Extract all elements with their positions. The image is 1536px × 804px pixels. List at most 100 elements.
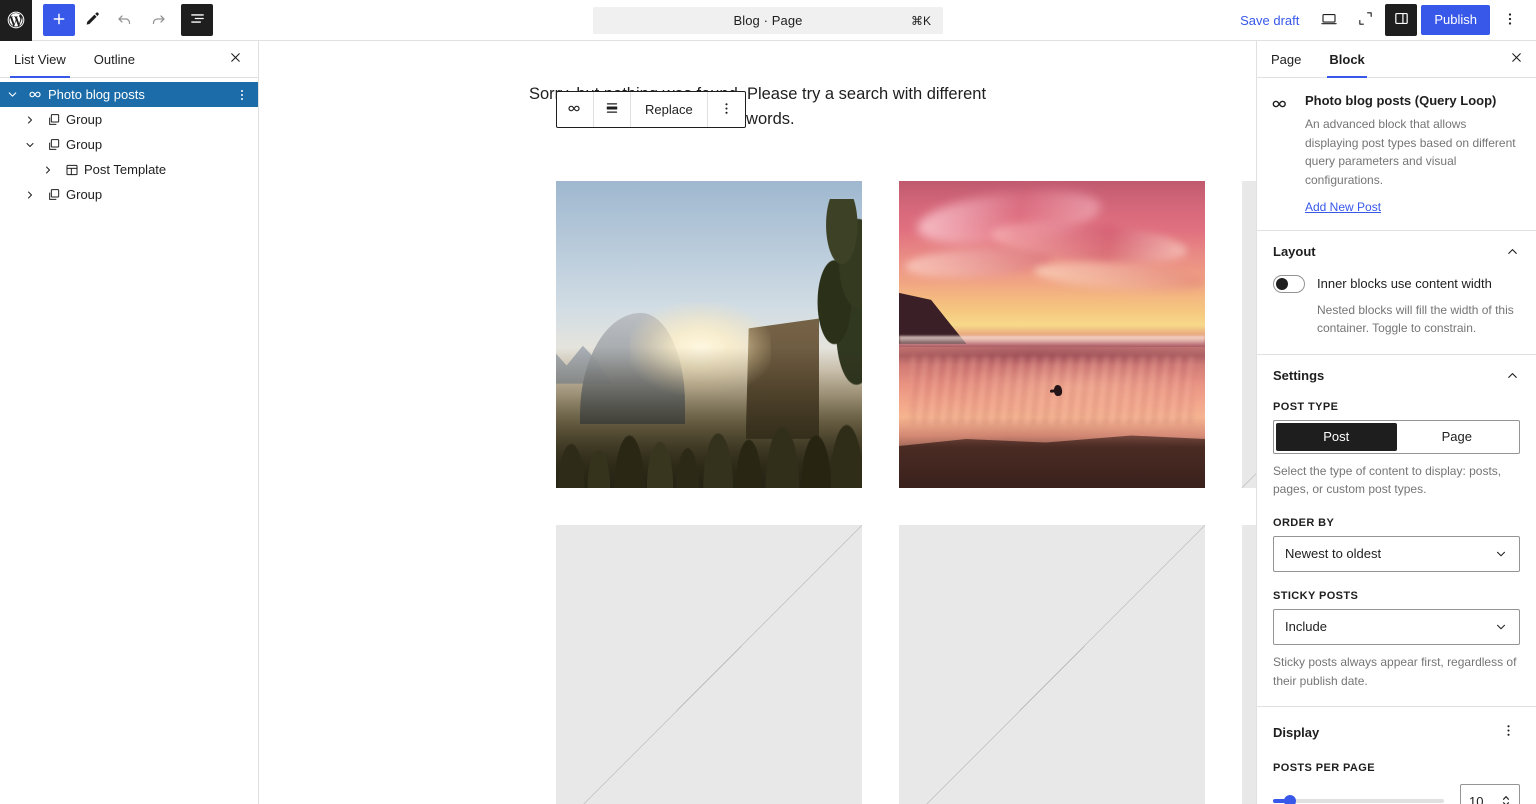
chevron-up-icon[interactable]	[1505, 244, 1520, 259]
tab-outline[interactable]: Outline	[80, 41, 149, 77]
list-view-row-photo-blog-posts[interactable]: Photo blog posts	[0, 82, 258, 107]
image-placeholder[interactable]	[556, 525, 862, 804]
fullscreen-button[interactable]	[1349, 4, 1381, 36]
chevron-right-icon[interactable]	[18, 189, 42, 201]
posts-per-page-row: 10	[1273, 784, 1520, 804]
wordpress-logo-icon[interactable]	[0, 0, 32, 41]
add-new-post-link[interactable]: Add New Post	[1305, 200, 1381, 214]
post-type-label: POST TYPE	[1273, 400, 1339, 413]
photo-beach-sunset[interactable]	[899, 181, 1205, 488]
image-placeholder[interactable]	[1242, 181, 1256, 488]
settings-sidebar-button[interactable]	[1385, 4, 1418, 36]
post-type-option-page[interactable]: Page	[1397, 423, 1518, 451]
close-list-view-button[interactable]	[220, 44, 250, 74]
sticky-posts-select[interactable]: Include	[1273, 608, 1520, 645]
preview-button[interactable]	[1313, 4, 1345, 36]
sidebar-panel-icon	[1393, 10, 1410, 30]
settings-panel-header[interactable]: Settings	[1273, 368, 1520, 383]
list-view-row-group-3[interactable]: Group	[0, 182, 258, 207]
post-type-help-text: Select the type of content to display: p…	[1273, 463, 1502, 497]
list-view-row-options-button[interactable]	[230, 83, 254, 107]
chevron-right-icon[interactable]	[36, 164, 60, 176]
list-view-row-group-2[interactable]: Group	[0, 132, 258, 157]
desktop-preview-icon	[1320, 10, 1338, 31]
posts-per-page-stepper[interactable]: 10	[1460, 784, 1520, 804]
post-type-segmented-control: Post Page	[1273, 419, 1520, 454]
inner-blocks-content-width-label: Inner blocks use content width	[1317, 276, 1492, 292]
list-view-button[interactable]	[181, 4, 213, 36]
order-by-label: ORDER BY	[1273, 516, 1335, 529]
tab-page[interactable]: Page	[1257, 41, 1315, 77]
layout-panel-header[interactable]: Layout	[1273, 244, 1520, 259]
tab-list-view[interactable]: List View	[0, 41, 80, 78]
posts-per-page-label: POSTS PER PAGE	[1273, 762, 1375, 775]
sticky-posts-value: Include	[1285, 619, 1327, 635]
sticky-posts-label: STICKY POSTS	[1273, 589, 1359, 602]
block-options-button[interactable]	[708, 92, 745, 127]
redo-button[interactable]	[142, 4, 174, 36]
chevron-up-icon[interactable]	[1505, 368, 1520, 383]
replace-button[interactable]: Replace	[631, 92, 708, 127]
undo-button[interactable]	[109, 4, 141, 36]
settings-panel: Settings POST TYPE Post Page Select the …	[1257, 353, 1536, 706]
list-view-icon	[189, 10, 206, 30]
stepper-arrows-icon[interactable]	[1501, 794, 1511, 804]
list-view-row-post-template[interactable]: Post Template	[0, 157, 258, 182]
align-button[interactable]	[594, 92, 631, 127]
pencil-icon	[84, 10, 101, 30]
editor-top-bar: Blog · Page ⌘K Save draft Publish	[0, 0, 1536, 41]
query-loop-icon	[1271, 92, 1295, 216]
block-toolbar: Replace	[556, 91, 746, 128]
save-draft-button[interactable]: Save draft	[1230, 7, 1309, 34]
image-placeholder[interactable]	[899, 525, 1205, 804]
beach-sunset-image	[899, 181, 1205, 488]
inspector-content: Photo blog posts (Query Loop) An advance…	[1257, 78, 1536, 804]
display-panel-title: Display	[1273, 724, 1320, 740]
chevron-down-icon[interactable]	[0, 88, 24, 101]
tools-button[interactable]	[76, 4, 108, 36]
command-bar[interactable]: Blog · Page ⌘K	[593, 7, 943, 34]
editor-options-button[interactable]	[1494, 4, 1526, 36]
order-by-select[interactable]: Newest to oldest	[1273, 535, 1520, 572]
editor-body: List View Outline Photo blog posts Group…	[0, 41, 1536, 804]
display-panel-options-button[interactable]	[1496, 720, 1520, 744]
settings-panel-title: Settings	[1273, 367, 1325, 383]
block-card-title: Photo blog posts (Query Loop)	[1305, 93, 1497, 108]
query-loop-block-icon-button[interactable]	[557, 92, 594, 127]
chevron-down-icon	[1494, 547, 1508, 561]
posts-per-page-slider[interactable]	[1273, 795, 1444, 804]
inner-blocks-content-width-toggle[interactable]	[1273, 274, 1305, 293]
undo-arrow-icon	[116, 10, 134, 31]
list-view-header: List View Outline	[0, 41, 258, 78]
wordpress-block-editor: Blog · Page ⌘K Save draft Publish List V…	[0, 0, 1536, 804]
photo-yosemite-sunrise[interactable]	[556, 181, 862, 488]
query-loop-icon	[24, 86, 48, 103]
surf-line	[899, 336, 1205, 347]
chevron-right-icon[interactable]	[18, 114, 42, 126]
close-inspector-button[interactable]	[1500, 43, 1532, 75]
sticky-posts-help-text: Sticky posts always appear first, regard…	[1273, 654, 1517, 688]
chevron-down-icon[interactable]	[18, 139, 42, 151]
block-inserter-button[interactable]	[43, 4, 75, 36]
block-card-description: An advanced block that allows displaying…	[1305, 117, 1516, 187]
close-x-icon	[228, 50, 243, 68]
redo-arrow-icon	[149, 10, 167, 31]
tab-block[interactable]: Block	[1315, 41, 1378, 78]
chevron-down-icon	[1494, 620, 1508, 634]
list-view-tabs: List View Outline	[0, 41, 149, 78]
query-loop-icon	[567, 100, 584, 120]
slider-thumb[interactable]	[1284, 795, 1297, 804]
list-view-row-group-1[interactable]: Group	[0, 107, 258, 132]
group-blocks-icon	[42, 112, 66, 128]
list-view-tree: Photo blog posts Group Group Post Templa…	[0, 78, 258, 207]
vertical-dots-icon	[1501, 723, 1516, 741]
post-type-option-post[interactable]: Post	[1276, 422, 1397, 451]
vertical-dots-icon	[719, 101, 734, 119]
layout-panel: Layout Inner blocks use content width Ne…	[1257, 229, 1536, 354]
cloud-band	[904, 244, 1053, 280]
image-placeholder[interactable]	[1242, 525, 1256, 804]
display-panel: Display POSTS PER PAGE 10	[1257, 706, 1536, 804]
block-inspector-sidebar: Page Block Photo blog posts (Query Loop)…	[1256, 41, 1536, 804]
publish-button[interactable]: Publish	[1421, 5, 1490, 35]
yosemite-sunrise-image	[556, 181, 862, 488]
